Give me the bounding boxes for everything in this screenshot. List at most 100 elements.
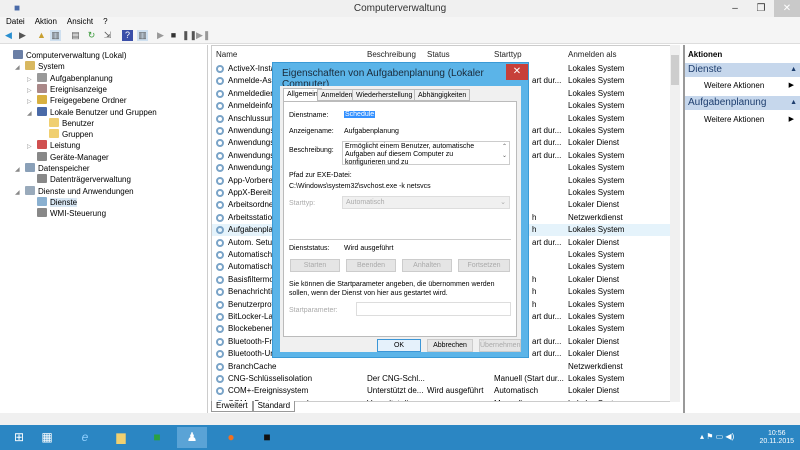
tree-item-label: Geräte-Manager	[50, 152, 109, 162]
tree-item[interactable]: ◢ Datenspeicher	[15, 163, 90, 174]
app-icon-photos[interactable]: ▦	[34, 427, 60, 448]
tab-standard[interactable]: Standard	[252, 401, 296, 412]
pause-icon[interactable]: ❚❚	[182, 30, 197, 41]
tray-icons[interactable]: ▴ ⚑ ▭ ◀)	[700, 432, 734, 441]
description-box[interactable]: Ermöglicht einem Benutzer, automatische …	[342, 141, 510, 166]
play-icon[interactable]: ▶	[155, 30, 166, 41]
tree-item-label: Aufgabenplanung	[50, 73, 113, 83]
scroll-arrows-icon[interactable]: ⌃ ⌄	[502, 143, 507, 161]
column-header-2[interactable]: Status	[427, 50, 450, 59]
params-input[interactable]	[356, 302, 511, 316]
cancel-button[interactable]: Abbrechen	[427, 339, 473, 352]
tree-item[interactable]: ◢ Lokale Benutzer und Gruppen	[27, 106, 157, 120]
chevron-down-icon: ⌄	[500, 199, 506, 206]
expander-icon[interactable]: ◢	[27, 109, 37, 120]
console-tree: Computerverwaltung (Lokal) ◢ System ▷ Aufgab…	[0, 45, 208, 413]
action-more-aufgabenplanung[interactable]: Weitere Aktionen	[704, 115, 764, 124]
clock[interactable]: 10:56 20.11.2015	[759, 430, 794, 446]
tree-item[interactable]: ◢ Dienste und Anwendungen	[15, 185, 134, 199]
actions-group-dienste[interactable]: Dienste ▲	[685, 63, 800, 77]
service-name-value[interactable]: Schedule	[344, 111, 376, 118]
tab-wiederherstellung[interactable]: Wiederherstellung	[352, 89, 417, 101]
restore-button[interactable]: ❐	[748, 0, 774, 17]
properties-icon[interactable]: ▤	[70, 30, 81, 41]
expander-icon[interactable]: ◢	[15, 63, 25, 74]
scrollbar-thumb[interactable]	[671, 55, 679, 85]
service-icon	[216, 375, 224, 383]
column-header-3[interactable]: Starttyp	[494, 50, 522, 59]
up-folder-icon[interactable]: ▲	[36, 30, 47, 41]
menu-item-0[interactable]: Datei	[6, 17, 25, 26]
column-header-1[interactable]: Beschreibung	[367, 50, 416, 59]
dialog-close-button[interactable]: ✕	[506, 64, 528, 80]
help-icon[interactable]: ?	[122, 30, 133, 41]
display-name-value[interactable]: Aufgabenplanung	[344, 128, 399, 135]
column-header-4[interactable]: Anmelden als	[568, 50, 616, 59]
refresh-icon[interactable]: ↻	[86, 30, 97, 41]
menu-item-3[interactable]: ?	[103, 17, 107, 26]
firefox-icon[interactable]: ●	[218, 427, 244, 448]
tab-anmelden[interactable]: Anmelden	[317, 89, 357, 101]
console-icon[interactable]: ■	[254, 427, 280, 448]
stop-icon[interactable]: ■	[168, 30, 179, 41]
expander-icon[interactable]: ◢	[15, 165, 25, 176]
resume-service-button[interactable]: Fortsetzen	[458, 259, 510, 272]
tab-allgemein[interactable]: Allgemein	[283, 88, 322, 101]
service-icon	[216, 77, 224, 86]
export-icon[interactable]: ⇲	[102, 30, 113, 41]
column-header-0[interactable]: Name	[216, 50, 237, 59]
service-icon	[216, 387, 224, 396]
table-row[interactable]: COM+-Ereignissystem Unterstützt de... Wird…	[212, 385, 670, 397]
table-row[interactable]: CNG-Schlüsselisolation Der CNG-Schl... Man…	[212, 373, 670, 385]
expander-icon[interactable]: ◢	[15, 188, 25, 199]
tab-erweitert[interactable]: Erweitert	[211, 401, 253, 412]
tree-item[interactable]: ▷ Leistung	[27, 140, 80, 151]
minimize-button[interactable]: –	[722, 0, 748, 17]
tree-item[interactable]: Geräte-Manager	[27, 151, 109, 163]
cell-logon: Lokaler Dienst	[568, 386, 620, 396]
path-value: C:\Windows\system32\svchost.exe -k netsv…	[289, 183, 431, 190]
stop-service-button[interactable]: Beenden	[346, 259, 396, 272]
restart-icon[interactable]: ▶❚	[196, 30, 210, 41]
tree-item[interactable]: Dienste	[27, 196, 78, 208]
collapse-icon[interactable]: ▲	[790, 63, 797, 77]
tab-abhaengigkeiten[interactable]: Abhängigkeiten	[414, 89, 471, 101]
starttype-select[interactable]: Automatisch ⌄	[342, 196, 510, 209]
ok-button[interactable]: OK	[377, 339, 421, 352]
title-bar: Computerverwaltung ■ – ❐ ✕	[0, 0, 800, 17]
start-button[interactable]: ⊞	[6, 427, 32, 448]
actions-group-aufgabenplanung[interactable]: Aufgabenplanung ▲	[685, 96, 800, 110]
tree-item[interactable]: ▷ Freigegebene Ordner	[27, 95, 127, 106]
tree-item[interactable]: Benutzer	[39, 117, 94, 129]
collapse-icon[interactable]: ▲	[790, 96, 797, 110]
status-value: Wird ausgeführt	[344, 245, 394, 252]
start-service-button[interactable]: Starten	[290, 259, 340, 272]
internet-explorer-icon[interactable]: e	[72, 427, 98, 448]
tree-item[interactable]: Computerverwaltung (Lokal)	[3, 50, 127, 61]
menu-item-1[interactable]: Aktion	[35, 17, 57, 26]
table-row[interactable]: BranchCache Netzwerkdienst	[212, 361, 670, 373]
back-icon[interactable]: ◀	[3, 30, 14, 41]
file-explorer-icon[interactable]: ▆	[108, 427, 134, 448]
action-more-dienste[interactable]: Weitere Aktionen	[704, 81, 764, 90]
forward-icon[interactable]: ▶	[17, 30, 28, 41]
tree-item[interactable]: Datenträgerverwaltung	[27, 174, 131, 185]
tree-item[interactable]: ▷ Ereignisanzeige	[27, 83, 107, 95]
apply-button[interactable]: Übernehmen	[479, 339, 521, 352]
vertical-scrollbar[interactable]	[670, 45, 680, 402]
cell-start: Automatisch	[494, 386, 539, 396]
tree-item[interactable]: WMI-Steuerung	[27, 208, 106, 219]
show-pane-icon[interactable]: ▥	[137, 30, 148, 41]
tree-item[interactable]: ◢ System	[15, 61, 65, 72]
pause-service-button[interactable]: Anhalten	[402, 259, 452, 272]
toolbar: ◀ ▶ ▲ ▥ ▤ ↻ ⇲ ? ▥ ▶ ■ ❚❚ ▶❚	[0, 27, 800, 44]
console-tree-icon[interactable]: ▥	[50, 30, 61, 41]
computer-management-task-icon[interactable]: ♟	[177, 427, 207, 448]
store-icon[interactable]: ■	[144, 427, 170, 448]
tree-item[interactable]: Gruppen	[39, 129, 93, 140]
tree-item[interactable]: ▷ Aufgabenplanung	[27, 72, 113, 84]
menu-item-2[interactable]: Ansicht	[67, 17, 93, 26]
close-button[interactable]: ✕	[774, 0, 800, 17]
service-icon	[216, 313, 224, 321]
tree-item-label: Datenträgerverwaltung	[50, 175, 131, 185]
